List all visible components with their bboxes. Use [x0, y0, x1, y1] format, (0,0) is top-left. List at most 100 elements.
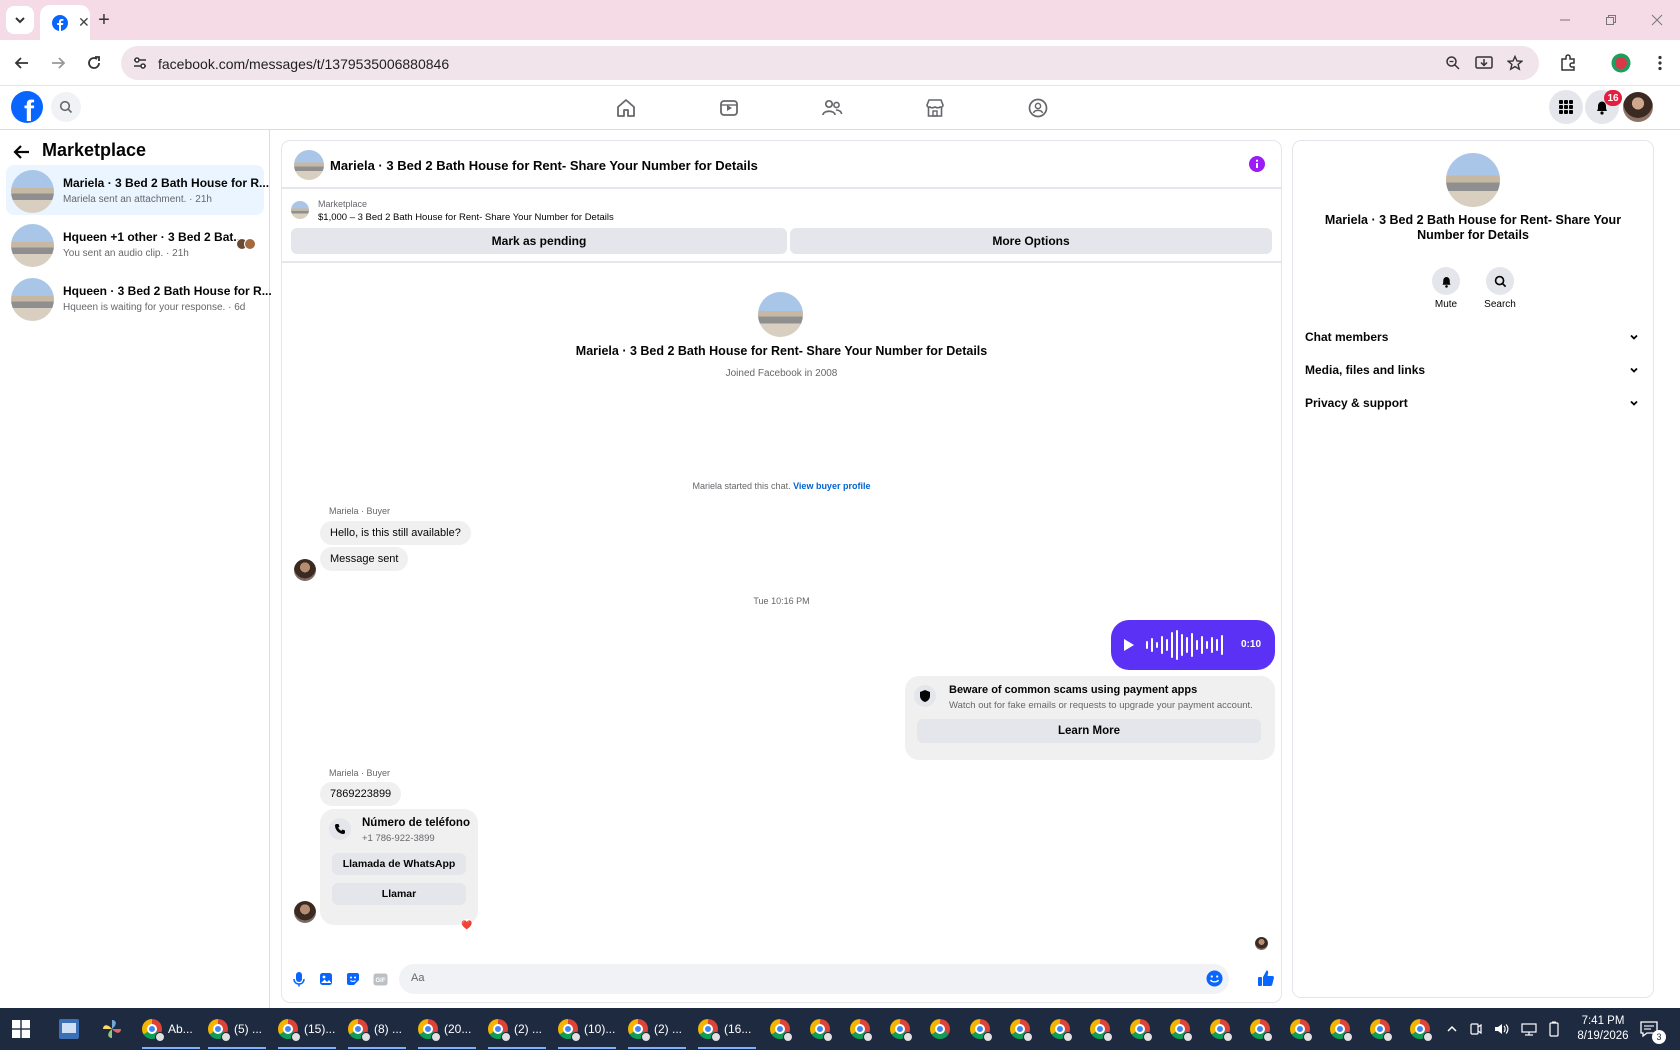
sticker-button[interactable] — [344, 970, 362, 988]
learn-more-button[interactable]: Learn More — [917, 719, 1261, 743]
play-icon[interactable] — [1123, 638, 1135, 652]
taskbar-chrome-window[interactable] — [770, 1013, 793, 1045]
notification-center-button[interactable]: 3 — [1640, 1008, 1666, 1050]
start-button[interactable] — [12, 1013, 30, 1045]
taskbar-chrome-window[interactable] — [1170, 1013, 1193, 1045]
message-bubble[interactable]: Hello, is this still available? — [320, 521, 471, 545]
intro-avatar[interactable] — [758, 292, 803, 337]
taskbar-chrome-window[interactable]: Ab... — [142, 1013, 200, 1049]
restore-button[interactable] — [1588, 0, 1634, 40]
taskbar-chrome-window[interactable]: (20... — [418, 1013, 476, 1049]
back-button[interactable] — [10, 51, 34, 75]
view-buyer-profile-link[interactable]: View buyer profile — [793, 481, 870, 491]
mute-button[interactable] — [1432, 267, 1460, 295]
gif-button[interactable]: GIF — [371, 970, 389, 988]
buyer-avatar[interactable] — [294, 901, 316, 923]
conversation-item[interactable]: Hqueen +1 other · 3 Bed 2 Bat... You sen… — [6, 219, 264, 269]
nav-groups[interactable] — [1024, 94, 1052, 122]
facebook-logo[interactable]: f — [11, 91, 43, 123]
nav-video[interactable] — [715, 94, 743, 122]
volume-icon[interactable] — [1494, 1022, 1510, 1036]
message-input[interactable]: Aa — [399, 964, 1229, 994]
menu-grid-button[interactable] — [1549, 90, 1583, 124]
conversation-item[interactable]: Hqueen · 3 Bed 2 Bath House for R... Hqu… — [6, 273, 272, 323]
search-in-conversation-button[interactable] — [1486, 267, 1514, 295]
taskbar-chrome-window[interactable] — [1090, 1013, 1113, 1045]
taskbar-chrome-window[interactable] — [970, 1013, 993, 1045]
network-icon[interactable] — [1521, 1022, 1537, 1036]
emoji-button[interactable] — [1206, 970, 1223, 987]
taskbar-chrome-window[interactable] — [1010, 1013, 1033, 1045]
site-info-icon[interactable] — [131, 54, 149, 72]
new-tab-button[interactable]: + — [92, 8, 116, 32]
taskbar-chrome-window[interactable]: (5) ... — [208, 1013, 266, 1049]
info-avatar[interactable] — [1446, 153, 1500, 207]
taskbar-chrome-window[interactable]: (2) ... — [488, 1013, 546, 1049]
battery-icon[interactable] — [1548, 1021, 1560, 1037]
audio-message[interactable]: 0:10 — [1111, 620, 1275, 670]
taskbar-chrome-window[interactable] — [1410, 1013, 1433, 1045]
back-button[interactable] — [12, 142, 34, 164]
send-like-button[interactable] — [1256, 968, 1276, 988]
bookmark-star-icon[interactable] — [1506, 54, 1524, 72]
nav-friends[interactable] — [818, 94, 846, 122]
zoom-icon[interactable] — [1444, 54, 1462, 72]
more-options-button[interactable]: More Options — [790, 228, 1272, 254]
chat-title[interactable]: Mariela · 3 Bed 2 Bath House for Rent- S… — [330, 158, 758, 173]
taskbar-chrome-window[interactable] — [1210, 1013, 1233, 1045]
taskbar-chrome-window[interactable] — [1330, 1013, 1353, 1045]
account-avatar[interactable] — [1623, 92, 1653, 122]
voice-clip-button[interactable] — [290, 970, 308, 988]
taskbar-chrome-window[interactable]: (8) ... — [348, 1013, 406, 1049]
chevron-up-icon[interactable] — [1446, 1023, 1458, 1035]
taskbar-chrome-window[interactable]: (15)... — [278, 1013, 336, 1049]
section-chat-members[interactable]: Chat members — [1305, 323, 1639, 351]
taskbar-chrome-window[interactable] — [850, 1013, 873, 1045]
taskbar-app-pinned[interactable] — [101, 1013, 123, 1045]
nav-home[interactable] — [612, 94, 640, 122]
profile-button[interactable] — [1609, 51, 1633, 75]
mark-as-pending-button[interactable]: Mark as pending — [291, 228, 787, 254]
meeting-icon[interactable] — [1469, 1022, 1483, 1036]
call-button[interactable]: Llamar — [332, 883, 466, 905]
section-media-files-links[interactable]: Media, files and links — [1305, 356, 1639, 384]
address-bar[interactable]: facebook.com/messages/t/1379535006880846 — [121, 46, 1539, 80]
conversation-info-button[interactable] — [1249, 156, 1265, 172]
section-privacy-support[interactable]: Privacy & support — [1305, 389, 1639, 417]
listing-avatar[interactable] — [294, 150, 324, 180]
attach-photo-button[interactable] — [317, 970, 335, 988]
buyer-avatar[interactable] — [294, 559, 316, 581]
browser-tab-facebook[interactable]: ✕ — [40, 5, 90, 40]
tab-close-icon[interactable]: ✕ — [78, 14, 90, 31]
conversation-item[interactable]: Mariela · 3 Bed 2 Bath House for R... Ma… — [6, 165, 269, 215]
listing-thumbnail[interactable] — [291, 201, 309, 219]
minimize-button[interactable] — [1542, 0, 1588, 40]
extensions-button[interactable] — [1556, 51, 1580, 75]
clock[interactable]: 7:41 PM 8/19/2026 — [1570, 1008, 1636, 1050]
listing-price-title[interactable]: $1,000 – 3 Bed 2 Bath House for Rent- Sh… — [318, 212, 614, 223]
nav-marketplace[interactable] — [921, 94, 949, 122]
whatsapp-call-button[interactable]: Llamada de WhatsApp — [332, 853, 466, 875]
reload-button[interactable] — [82, 51, 106, 75]
browser-menu-button[interactable] — [1648, 51, 1672, 75]
facebook-search-button[interactable] — [51, 92, 81, 122]
taskbar-app-pinned[interactable] — [58, 1013, 80, 1045]
taskbar-chrome-window[interactable] — [1370, 1013, 1393, 1045]
taskbar-chrome-window[interactable] — [1130, 1013, 1153, 1045]
taskbar-chrome-window[interactable] — [1290, 1013, 1313, 1045]
message-bubble[interactable]: Message sent — [320, 547, 409, 571]
message-bubble[interactable]: 7869223899 — [320, 782, 402, 806]
taskbar-chrome-window[interactable] — [810, 1013, 833, 1045]
install-app-icon[interactable] — [1475, 54, 1493, 72]
reaction-heart[interactable]: ❤️ — [460, 919, 474, 933]
taskbar-chrome-window[interactable] — [1050, 1013, 1073, 1045]
taskbar-chrome-window[interactable] — [1250, 1013, 1273, 1045]
close-window-button[interactable] — [1634, 0, 1680, 40]
taskbar-chrome-window[interactable]: (16... — [698, 1013, 756, 1049]
tab-search-button[interactable] — [6, 6, 34, 34]
taskbar-chrome-window[interactable]: (2) ... — [628, 1013, 686, 1049]
taskbar-chrome-window[interactable] — [930, 1013, 950, 1045]
taskbar-chrome-window[interactable] — [890, 1013, 913, 1045]
forward-button[interactable] — [46, 51, 70, 75]
taskbar-chrome-window[interactable]: (10)... — [558, 1013, 616, 1049]
